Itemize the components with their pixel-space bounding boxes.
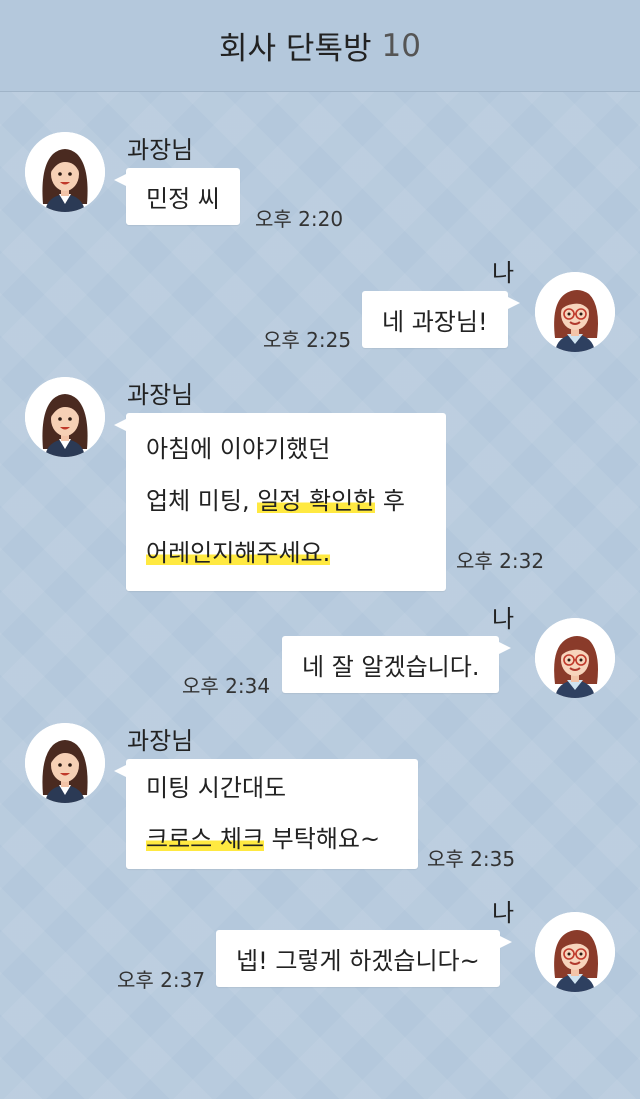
message-time: 오후 2:32 <box>456 549 545 573</box>
highlighted-text: 어레인지해주세요. <box>146 539 331 567</box>
message-line: 어레인지해주세요. <box>146 527 426 579</box>
sender-name: 나 <box>492 605 515 633</box>
message-text: 부탁해요~ <box>264 825 381 853</box>
message-time: 오후 2:35 <box>427 847 516 871</box>
message-line: 업체 미팅, 일정 확인한 후 <box>146 475 426 527</box>
chat-title: 회사 단톡방 <box>219 31 372 67</box>
sender-name: 나 <box>492 899 515 927</box>
message-line: 아침에 이야기했던 <box>146 435 331 463</box>
me-avatar-icon[interactable] <box>535 912 615 992</box>
highlighted-text: 일정 확인한 <box>257 487 376 515</box>
message-bubble[interactable]: 네 과장님! <box>362 291 520 348</box>
message-text: 넵! 그렇게 하겠습니다~ <box>236 947 480 975</box>
message-text: 후 <box>375 487 405 515</box>
sender-name: 과장님 <box>127 381 194 409</box>
message-bubble[interactable]: 아침에 이야기했던 업체 미팅, 일정 확인한 후 어레인지해주세요. <box>114 413 446 591</box>
sender-name: 과장님 <box>127 727 194 755</box>
sender-name: 나 <box>492 259 515 287</box>
member-count: 10 <box>381 27 421 64</box>
manager-avatar-icon[interactable] <box>25 377 105 457</box>
message-line: 크로스 체크 부탁해요~ <box>146 814 398 865</box>
message-time: 오후 2:20 <box>255 207 344 231</box>
message-text: 민정 씨 <box>146 185 220 213</box>
chat-header: 회사 단톡방 10 <box>0 0 640 92</box>
message-line: 미팅 시간대도 <box>146 774 287 802</box>
highlighted-text: 크로스 체크 <box>146 825 265 853</box>
message-text: 업체 미팅, <box>146 487 258 515</box>
message-bubble[interactable]: 네 잘 알겠습니다. <box>282 636 512 693</box>
manager-avatar-icon[interactable] <box>25 132 105 212</box>
sender-name: 과장님 <box>127 136 194 164</box>
message-bubble[interactable]: 미팅 시간대도 크로스 체크 부탁해요~ <box>114 759 418 869</box>
message-text: 네 과장님! <box>382 308 488 336</box>
me-avatar-icon[interactable] <box>535 618 615 698</box>
message-time: 오후 2:25 <box>263 328 352 352</box>
message-time: 오후 2:37 <box>117 968 206 992</box>
message-time: 오후 2:34 <box>182 674 271 698</box>
message-bubble[interactable]: 민정 씨 <box>114 168 240 225</box>
me-avatar-icon[interactable] <box>535 272 615 352</box>
message-text: 네 잘 알겠습니다. <box>302 653 480 681</box>
manager-avatar-icon[interactable] <box>25 723 105 803</box>
message-bubble[interactable]: 넵! 그렇게 하겠습니다~ <box>216 930 512 987</box>
